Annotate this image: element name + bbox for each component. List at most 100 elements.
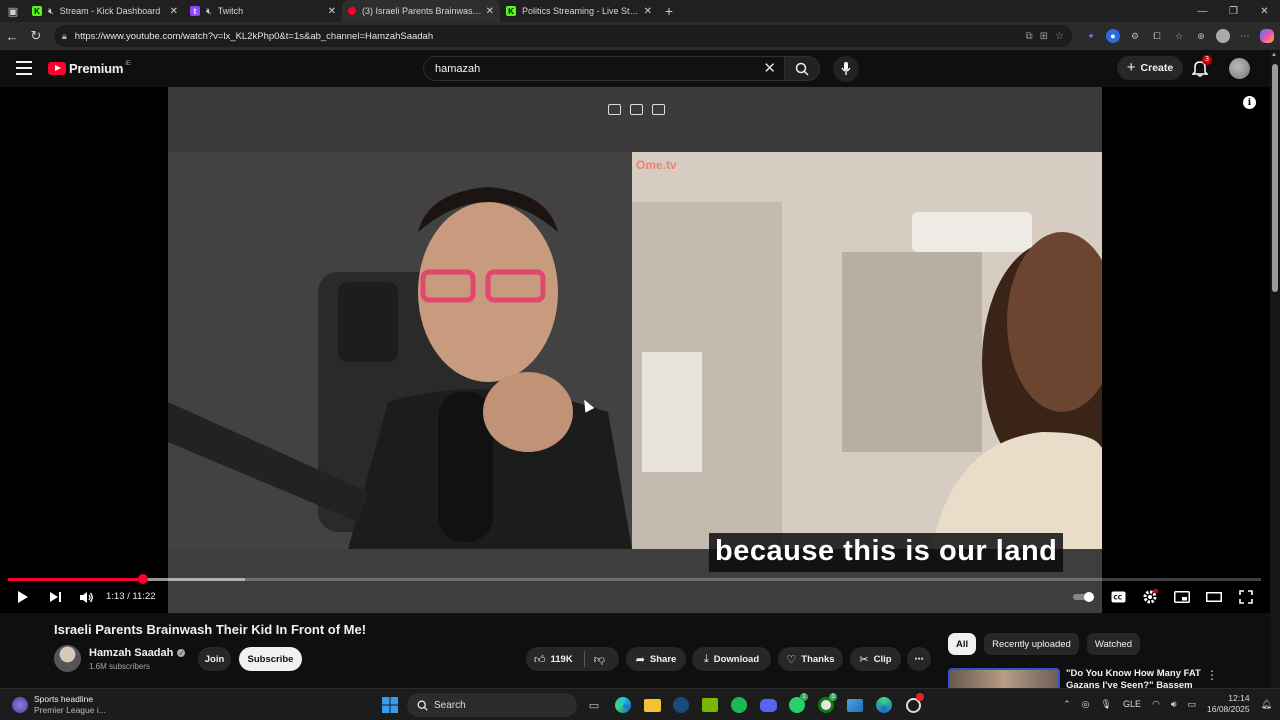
widgets-button[interactable]: Sports headline Premier League i... — [12, 694, 106, 716]
play-button[interactable] — [14, 586, 32, 608]
guide-menu-icon[interactable] — [16, 61, 32, 75]
app-install-icon[interactable]: ⊞ — [1040, 31, 1048, 42]
progress-bar[interactable] — [8, 574, 1261, 584]
recommended-video-thumbnail[interactable] — [948, 668, 1060, 688]
account-avatar[interactable] — [1229, 58, 1250, 79]
chip-watched[interactable]: Watched — [1086, 633, 1140, 655]
join-button[interactable]: Join — [198, 647, 231, 671]
notification-center-icon[interactable]: 🔔︎ — [1261, 699, 1272, 710]
favorites-icon[interactable]: ☆ — [1172, 29, 1186, 43]
file-explorer-icon[interactable] — [640, 693, 664, 717]
refresh-icon[interactable]: ↻ — [24, 24, 48, 48]
steam-icon[interactable] — [669, 693, 693, 717]
clip-button[interactable]: ✂ Clip — [850, 647, 901, 671]
page-scrollbar[interactable]: ▲ — [1270, 50, 1280, 688]
task-view-icon[interactable]: ▭ — [582, 693, 606, 717]
fullscreen-button[interactable] — [1237, 586, 1255, 608]
channel-name-link[interactable]: Hamzah Saadah ✓ — [89, 647, 186, 659]
site-info-icon[interactable]: 🔒︎ — [62, 31, 67, 42]
tray-app-icon[interactable]: ◎ — [1082, 699, 1090, 710]
close-tab-icon[interactable]: ✕ — [328, 6, 336, 17]
extension-icon[interactable]: ● — [1106, 29, 1120, 43]
scrubber-handle[interactable] — [138, 574, 149, 584]
thumbs-down-icon[interactable]: 👎︎ — [594, 653, 605, 666]
minimize-icon[interactable]: — — [1187, 0, 1218, 22]
notes-icon[interactable] — [652, 104, 665, 115]
voice-search-button[interactable] — [833, 56, 859, 82]
info-icon[interactable]: i — [1243, 96, 1256, 109]
browser-app-icon[interactable] — [872, 693, 896, 717]
scroll-up-arrow-icon[interactable]: ▲ — [1271, 52, 1277, 58]
extensions-puzzle-icon[interactable]: ⚙ — [1128, 29, 1142, 43]
youtube-premium-logo[interactable]: Premium IE — [48, 61, 131, 76]
taskbar-search[interactable]: Search — [407, 693, 577, 717]
download-button[interactable]: ⤓ Download — [692, 647, 771, 671]
recommended-video-title[interactable]: "Do You Know How Many FAT Gazans I've Se… — [1066, 668, 1201, 688]
restore-icon[interactable]: ❐ — [1218, 0, 1249, 22]
favorite-star-icon[interactable]: ☆ — [1055, 31, 1064, 42]
share-button[interactable]: ➦ Share — [626, 647, 686, 671]
theater-mode-button[interactable] — [1205, 586, 1223, 608]
input-language[interactable]: GLE — [1123, 699, 1141, 709]
address-bar[interactable]: 🔒︎ https://www.youtube.com/watch?v=lx_KL… — [54, 25, 1072, 47]
muted-speaker-icon[interactable]: 🔇︎ — [206, 6, 212, 17]
search-input[interactable]: hamazah ✕ — [423, 56, 785, 81]
browser-tab-kick-dashboard[interactable]: K 🔇︎ Stream - Kick Dashboard ✕ — [26, 0, 184, 22]
close-window-icon[interactable]: ✕ — [1249, 0, 1280, 22]
cast-icon[interactable] — [608, 104, 621, 115]
close-tab-icon[interactable]: ✕ — [486, 6, 494, 17]
more-actions-button[interactable]: ⋯ — [907, 647, 931, 671]
wifi-icon[interactable]: ◠ — [1152, 699, 1160, 710]
profile-avatar[interactable] — [1216, 29, 1230, 43]
miniplayer-button[interactable] — [1173, 586, 1191, 608]
close-tab-icon[interactable]: ✕ — [170, 6, 178, 17]
scrollbar-thumb[interactable] — [1272, 64, 1278, 292]
speaker-icon[interactable]: 🔊︎ — [1171, 699, 1177, 710]
discord-icon[interactable] — [756, 693, 780, 717]
back-icon[interactable]: ← — [0, 24, 24, 48]
subtitles-button[interactable]: CC — [1109, 586, 1127, 608]
photos-icon[interactable] — [843, 693, 867, 717]
browser-tab-youtube[interactable]: (3) Israeli Parents Brainwash Their Kid … — [342, 0, 500, 22]
channel-avatar[interactable] — [54, 645, 81, 672]
autoplay-toggle[interactable] — [1072, 586, 1096, 608]
next-button[interactable] — [46, 586, 64, 608]
copilot-icon[interactable] — [1260, 29, 1274, 43]
nvidia-icon[interactable] — [698, 693, 722, 717]
thumbs-up-icon[interactable]: 👍︎ — [534, 653, 546, 666]
settings-button[interactable] — [1141, 586, 1159, 608]
create-button[interactable]: + Create — [1117, 56, 1183, 80]
microphone-icon[interactable]: 🎙︎ — [1101, 699, 1112, 710]
whatsapp-icon[interactable]: 1 — [785, 693, 809, 717]
translate-icon[interactable]: ⧉ — [1026, 31, 1033, 42]
clear-search-icon[interactable]: ✕ — [763, 59, 776, 77]
xbox-icon[interactable]: 3 — [814, 693, 838, 717]
settings-more-icon[interactable]: ⋯ — [1238, 29, 1252, 43]
new-tab-button[interactable]: + — [658, 3, 680, 19]
browser-tab-twitch[interactable]: t 🔇︎ Twitch ✕ — [184, 0, 342, 22]
split-screen-icon[interactable]: ⧠ — [1150, 29, 1164, 43]
battery-icon[interactable]: ▭ — [1188, 699, 1197, 710]
extension-icon[interactable]: ✦ — [1084, 29, 1098, 43]
chip-recently-uploaded[interactable]: Recently uploaded — [984, 633, 1079, 655]
browser-tab-politics-streaming[interactable]: K Politics Streaming - Live Streams ✕ — [500, 0, 658, 22]
search-button[interactable] — [784, 56, 820, 81]
show-hidden-icons-icon[interactable]: ⌃ — [1063, 699, 1071, 710]
collections-icon[interactable]: ⊕ — [1194, 29, 1208, 43]
spotify-icon[interactable] — [727, 693, 751, 717]
windows-start-icon[interactable] — [378, 693, 402, 717]
subscribe-button[interactable]: Subscribe — [239, 647, 302, 671]
clock[interactable]: 12:14 16/08/2025 — [1207, 693, 1250, 715]
tab-actions-menu-icon[interactable]: ▣ — [0, 0, 26, 22]
obs-recording-icon[interactable] — [901, 693, 925, 717]
edge-browser-icon[interactable] — [611, 693, 635, 717]
volume-button[interactable] — [77, 586, 95, 608]
video-player[interactable]: Ome.tv because this is our land i 1:13 /… — [0, 87, 1270, 613]
like-count[interactable]: 119K — [551, 654, 573, 665]
more-vertical-icon[interactable]: ⋮ — [1206, 668, 1218, 682]
queue-icon[interactable] — [630, 104, 643, 115]
close-tab-icon[interactable]: ✕ — [644, 6, 652, 17]
muted-speaker-icon[interactable]: 🔇︎ — [48, 6, 54, 17]
chip-all[interactable]: All — [948, 633, 977, 655]
notifications-button[interactable]: 3 — [1191, 55, 1212, 79]
